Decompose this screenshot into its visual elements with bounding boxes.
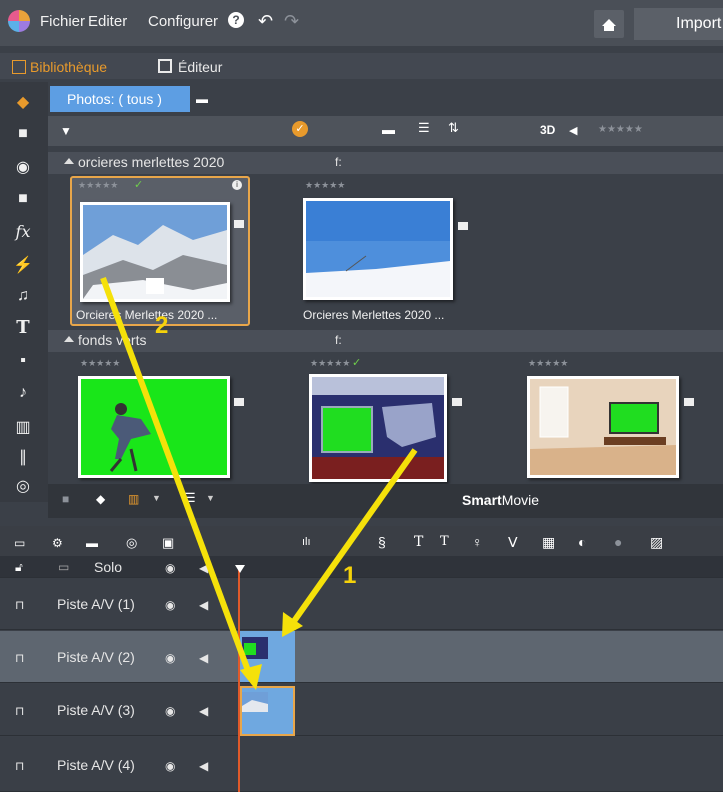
annotation-arrows — [100, 276, 418, 690]
arrow-2-head — [240, 664, 262, 690]
annotation-number-1: 1 — [343, 562, 357, 589]
arrow-1-line — [289, 448, 418, 626]
arrow-2-line — [100, 276, 253, 678]
annotation-number-2: 2 — [155, 312, 169, 339]
